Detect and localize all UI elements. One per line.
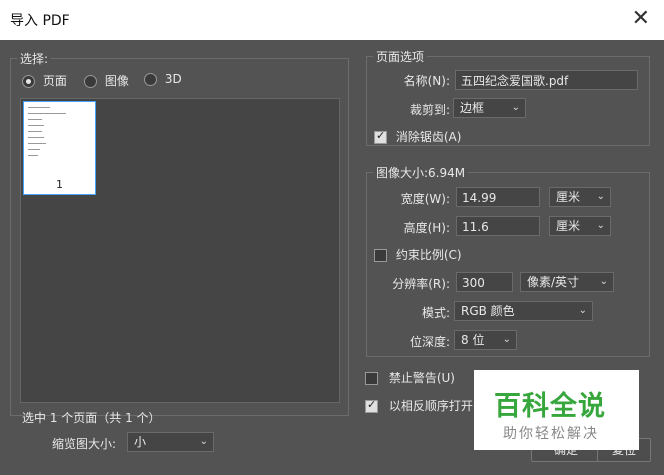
resolution-unit-select[interactable]: 像素/英寸 ⌄ [520, 272, 614, 292]
name-label: 名称(N): [403, 74, 450, 88]
mode-label: 模式: [421, 306, 450, 320]
thumb-text-line [28, 107, 50, 108]
crop-value: 边框 [460, 101, 485, 115]
chevron-down-icon: ⌄ [596, 220, 605, 231]
chevron-down-icon: ⌄ [199, 436, 208, 447]
thumb-page-number: 1 [56, 178, 63, 191]
reverse-order-indicator[interactable] [365, 398, 378, 413]
thumbnail-area[interactable]: 1 [20, 98, 340, 403]
select-legend: 选择: [20, 52, 49, 66]
radio-page-indicator[interactable] [22, 75, 35, 88]
thumb-size-select[interactable]: 小 ⌄ [127, 432, 214, 452]
antialias-label: 消除锯齿(A) [395, 130, 462, 144]
width-unit-select[interactable]: 厘米 ⌄ [549, 187, 611, 207]
width-field[interactable]: 14.99 [456, 187, 540, 207]
radio-page[interactable]: 页面 [22, 72, 67, 89]
crop-select[interactable]: 边框 ⌄ [453, 98, 526, 118]
page-thumbnail[interactable]: 1 [23, 101, 96, 195]
close-icon[interactable]: ✕ [632, 6, 650, 31]
dialog-body: 选择: 页面 图像 3D 1 选中 1 个页面（共 1 个） 缩览图大小: 小 … [0, 40, 664, 475]
thumb-text-line [28, 125, 44, 126]
watermark-title: 百科全说 [494, 391, 606, 422]
bit-depth-select[interactable]: 8 位 ⌄ [454, 330, 517, 350]
mode-select[interactable]: RGB 颜色 ⌄ [454, 301, 593, 321]
resolution-label: 分辨率(R): [392, 277, 450, 291]
radio-image-label: 图像 [104, 74, 129, 88]
page-options-legend: 页面选项 [376, 50, 425, 64]
suppress-warnings-label: 禁止警告(U) [388, 371, 455, 385]
constrain-checkbox[interactable]: 约束比例(C) [374, 246, 462, 263]
bit-depth-value: 8 位 [461, 333, 485, 347]
thumb-text-line [28, 119, 42, 120]
thumb-text-line [28, 149, 40, 150]
bit-depth-label: 位深度: [409, 335, 450, 349]
suppress-warnings-checkbox[interactable]: 禁止警告(U) [365, 369, 455, 386]
radio-image[interactable]: 图像 [84, 72, 129, 89]
watermark-subtitle: 助你轻松解决 [503, 426, 599, 442]
antialias-check-indicator[interactable] [374, 129, 387, 144]
crop-label: 裁剪到: [409, 103, 450, 117]
thumb-size-value: 小 [134, 435, 147, 449]
thumb-text-line [28, 131, 42, 132]
resolution-field[interactable]: 300 [456, 272, 513, 292]
chevron-down-icon: ⌄ [502, 334, 511, 345]
height-unit-select[interactable]: 厘米 ⌄ [549, 216, 611, 236]
title-bar: 导入 PDF ✕ [0, 0, 664, 40]
radio-image-indicator[interactable] [84, 75, 97, 88]
chevron-down-icon: ⌄ [599, 276, 608, 287]
height-label: 高度(H): [403, 221, 450, 235]
chevron-down-icon: ⌄ [596, 191, 605, 202]
mode-value: RGB 颜色 [461, 304, 515, 318]
resolution-unit-value: 像素/英寸 [527, 275, 580, 289]
image-size-legend: 图像大小:6.94M [376, 166, 466, 180]
constrain-check-indicator[interactable] [374, 249, 387, 262]
height-field[interactable]: 11.6 [456, 216, 540, 236]
thumb-text-line [28, 155, 38, 156]
window-title: 导入 PDF [10, 13, 70, 29]
name-field[interactable]: 五四纪念爱国歌.pdf [455, 70, 638, 90]
selection-summary: 选中 1 个页面（共 1 个） [22, 411, 161, 425]
thumb-text-line [28, 137, 44, 138]
width-unit-value: 厘米 [556, 190, 581, 204]
constrain-label: 约束比例(C) [395, 248, 462, 262]
thumb-text-line [28, 113, 66, 114]
reverse-order-checkbox[interactable]: 以相反顺序打开 [365, 397, 473, 414]
chevron-down-icon: ⌄ [511, 102, 520, 113]
radio-3d-label: 3D [164, 72, 182, 86]
thumb-size-label: 缩览图大小: [52, 437, 117, 451]
reverse-order-label: 以相反顺序打开 [388, 399, 473, 413]
radio-page-label: 页面 [42, 74, 67, 88]
thumb-text-line [28, 143, 46, 144]
antialias-checkbox[interactable]: 消除锯齿(A) [374, 128, 461, 145]
radio-3d-indicator[interactable] [144, 73, 157, 86]
height-unit-value: 厘米 [556, 219, 581, 233]
width-label: 宽度(W): [400, 192, 450, 206]
suppress-warnings-indicator[interactable] [365, 372, 378, 385]
watermark-logo: 百科全说 助你轻松解决 [474, 370, 639, 450]
chevron-down-icon: ⌄ [578, 305, 587, 316]
radio-3d[interactable]: 3D [144, 72, 182, 86]
